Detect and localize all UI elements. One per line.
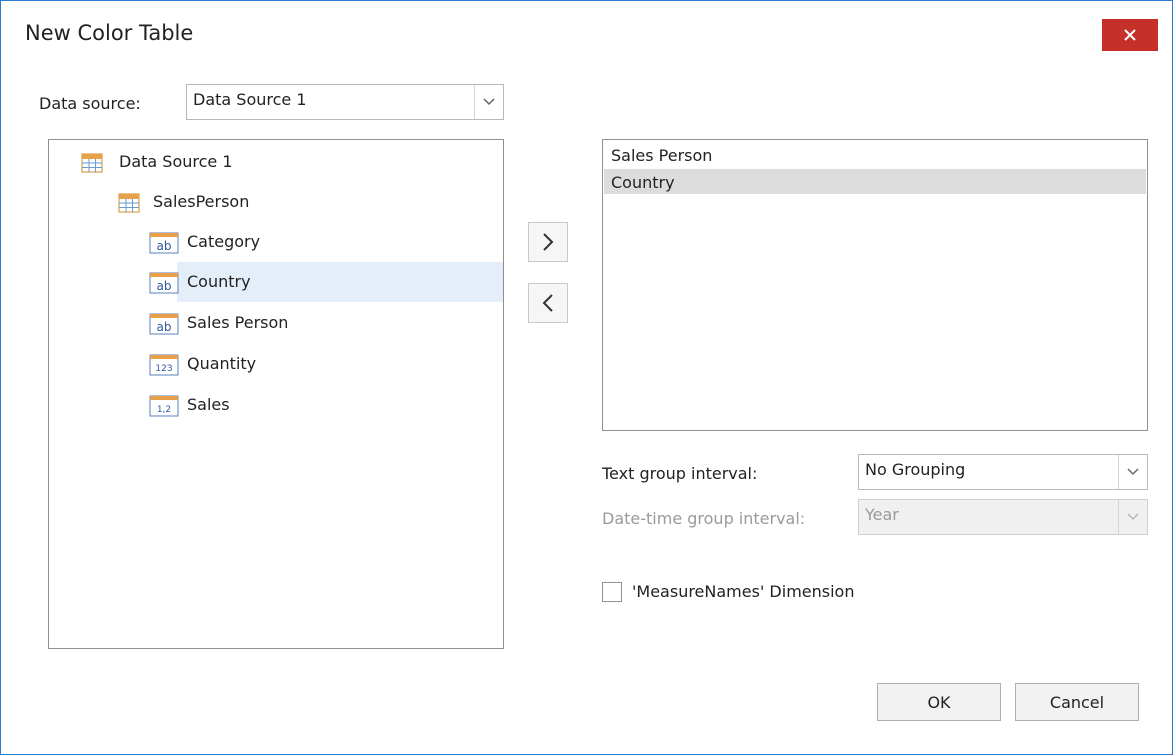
svg-text:ab: ab xyxy=(157,320,172,334)
list-item[interactable]: Country xyxy=(604,169,1146,194)
tree-field-label: Country xyxy=(187,272,251,291)
tree-field-category[interactable]: ab Category xyxy=(49,222,503,262)
tree-node-table[interactable]: SalesPerson xyxy=(49,182,503,222)
field-tree[interactable]: Data Source 1 SalesPerson ab Category ab… xyxy=(48,139,504,649)
tree-field-label: Sales Person xyxy=(187,313,289,332)
text-field-icon: ab xyxy=(149,313,179,335)
tree-field-label: Sales xyxy=(187,395,230,414)
text-group-label: Text group interval: xyxy=(602,464,758,483)
svg-text:ab: ab xyxy=(157,279,172,293)
decimal-field-icon: 1,2 xyxy=(149,395,179,417)
datasource-value: Data Source 1 xyxy=(193,90,307,109)
close-button[interactable] xyxy=(1102,19,1158,51)
date-group-label: Date-time group interval: xyxy=(602,509,806,528)
text-group-select[interactable]: No Grouping xyxy=(858,454,1148,490)
datasource-dropdown-button[interactable] xyxy=(474,85,503,119)
chevron-down-icon xyxy=(483,98,495,106)
chevron-down-icon xyxy=(1127,468,1139,476)
tree-field-label: Category xyxy=(187,232,261,251)
tree-node-datasource[interactable]: Data Source 1 xyxy=(49,142,503,182)
dialog-title: New Color Table xyxy=(25,21,194,45)
dialog-window: New Color Table Data source: Data Source… xyxy=(0,0,1173,755)
text-group-value: No Grouping xyxy=(865,460,966,479)
add-field-button[interactable] xyxy=(528,222,568,262)
text-field-icon: ab xyxy=(149,272,179,294)
tree-field-label: Quantity xyxy=(187,354,257,373)
selected-dimensions-list[interactable]: Sales Person Country xyxy=(602,139,1148,431)
tree-field-country-content[interactable]: ab Country xyxy=(49,262,503,302)
chevron-right-icon xyxy=(543,233,554,251)
list-item-label: Country xyxy=(611,173,675,192)
svg-text:ab: ab xyxy=(157,239,172,253)
chevron-left-icon xyxy=(542,294,553,312)
table-icon xyxy=(81,153,103,173)
date-group-dropdown-button xyxy=(1118,500,1147,534)
svg-text:123: 123 xyxy=(155,364,172,374)
table-icon xyxy=(118,193,140,213)
tree-node-label: Data Source 1 xyxy=(119,152,233,171)
date-group-value: Year xyxy=(865,505,899,524)
svg-text:1,2: 1,2 xyxy=(157,405,171,415)
tree-field-quantity[interactable]: 123 Quantity xyxy=(49,344,503,384)
measure-names-checkbox[interactable] xyxy=(602,582,622,602)
list-item-label: Sales Person xyxy=(611,146,713,165)
close-icon xyxy=(1124,29,1136,41)
cancel-button[interactable]: Cancel xyxy=(1015,683,1139,721)
title-bar: New Color Table xyxy=(1,1,1172,63)
datasource-select[interactable]: Data Source 1 xyxy=(186,84,504,120)
text-group-dropdown-button[interactable] xyxy=(1118,455,1147,489)
text-field-icon: ab xyxy=(149,232,179,254)
integer-field-icon: 123 xyxy=(149,354,179,376)
tree-field-sales-person[interactable]: ab Sales Person xyxy=(49,303,503,343)
ok-button[interactable]: OK xyxy=(877,683,1001,721)
list-item[interactable]: Sales Person xyxy=(604,142,1146,167)
tree-field-sales[interactable]: 1,2 Sales xyxy=(49,385,503,425)
tree-node-label: SalesPerson xyxy=(153,192,250,211)
measure-names-label[interactable]: 'MeasureNames' Dimension xyxy=(632,582,854,601)
date-group-select: Year xyxy=(858,499,1148,535)
chevron-down-icon xyxy=(1127,513,1139,521)
remove-field-button[interactable] xyxy=(528,283,568,323)
datasource-label: Data source: xyxy=(39,94,141,113)
